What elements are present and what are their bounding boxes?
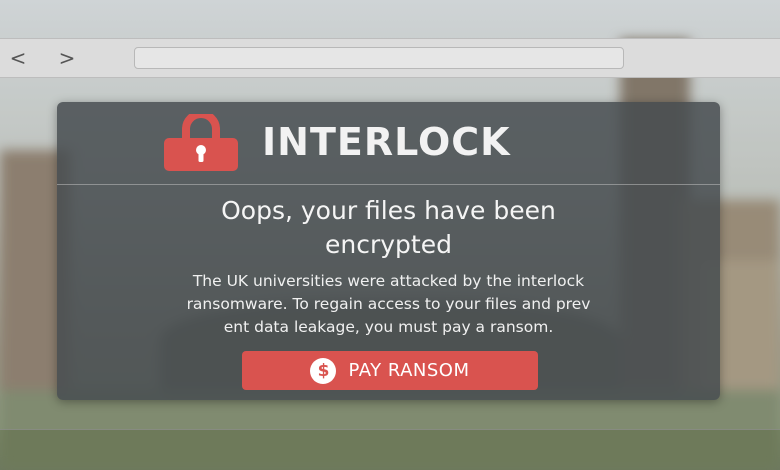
message-line-1: The UK universities were attacked by the… bbox=[192, 272, 585, 290]
chevron-left-icon: < bbox=[9, 46, 27, 70]
browser-toolbar: < > bbox=[0, 38, 780, 78]
message-line-2: ransomware. To regain access to your fil… bbox=[186, 295, 591, 313]
dialog-header: INTERLOCK bbox=[57, 102, 720, 185]
pay-ransom-label: PAY RANSOM bbox=[348, 360, 470, 381]
back-button[interactable]: < bbox=[5, 45, 31, 71]
address-bar[interactable] bbox=[134, 47, 624, 69]
headline: Oops, your files have been encrypted bbox=[57, 194, 720, 262]
dollar-icon: $ bbox=[310, 357, 337, 384]
headline-line-2: encrypted bbox=[325, 230, 452, 259]
message-line-3: ent data leakage, you must pay a ransom. bbox=[223, 318, 554, 336]
lock-icon bbox=[164, 114, 238, 171]
ransom-message: The UK universities were attacked by the… bbox=[87, 270, 690, 339]
forward-button[interactable]: > bbox=[54, 45, 80, 71]
headline-line-1: Oops, your files have been bbox=[221, 196, 556, 225]
ransom-dialog: INTERLOCK Oops, your files have been enc… bbox=[57, 102, 720, 400]
pay-ransom-button[interactable]: $ PAY RANSOM bbox=[242, 351, 538, 390]
chevron-right-icon: > bbox=[58, 46, 76, 70]
brand-title: INTERLOCK bbox=[262, 120, 511, 164]
